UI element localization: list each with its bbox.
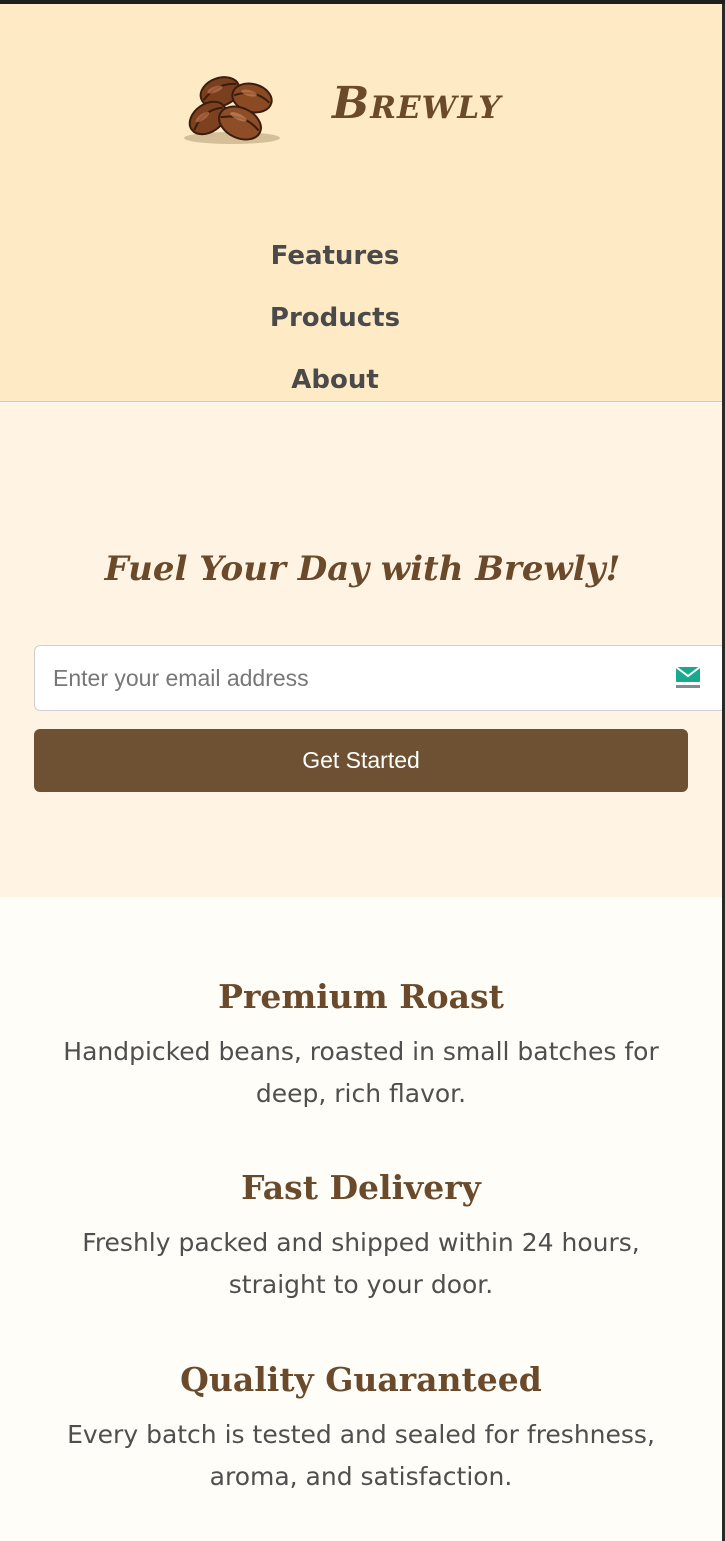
email-input[interactable]	[53, 660, 653, 696]
nav-item-products[interactable]: Products	[0, 298, 670, 360]
brand-name[interactable]: Brewly	[332, 78, 501, 129]
feature-title: Premium Roast	[218, 977, 504, 1016]
feature-fast-delivery: Fast Delivery Freshly packed and shipped…	[0, 1166, 722, 1306]
hero-title: Fuel Your Day with Brewly!	[104, 549, 621, 589]
feature-premium-roast: Premium Roast Handpicked beans, roasted …	[0, 975, 722, 1115]
feature-description: Freshly packed and shipped within 24 hou…	[82, 1228, 640, 1299]
nav-item-features[interactable]: Features	[0, 236, 670, 298]
tempmail-icon[interactable]	[673, 664, 703, 692]
hero-section: Fuel Your Day with Brewly! Get Started	[0, 403, 722, 897]
coffee-beans-icon[interactable]	[180, 68, 284, 148]
page: Brewly Features Products About Fuel Your…	[0, 4, 722, 1541]
feature-description: Every batch is tested and sealed for fre…	[67, 1420, 655, 1491]
get-started-button[interactable]: Get Started	[34, 729, 688, 792]
site-header: Brewly Features Products About	[0, 4, 722, 402]
email-field-wrapper	[34, 645, 722, 711]
feature-quality-guaranteed: Quality Guaranteed Every batch is tested…	[0, 1358, 722, 1498]
feature-description: Handpicked beans, roasted in small batch…	[63, 1037, 659, 1108]
feature-title: Fast Delivery	[241, 1168, 481, 1207]
main-nav: Features Products About	[0, 236, 670, 422]
feature-title: Quality Guaranteed	[180, 1360, 542, 1399]
